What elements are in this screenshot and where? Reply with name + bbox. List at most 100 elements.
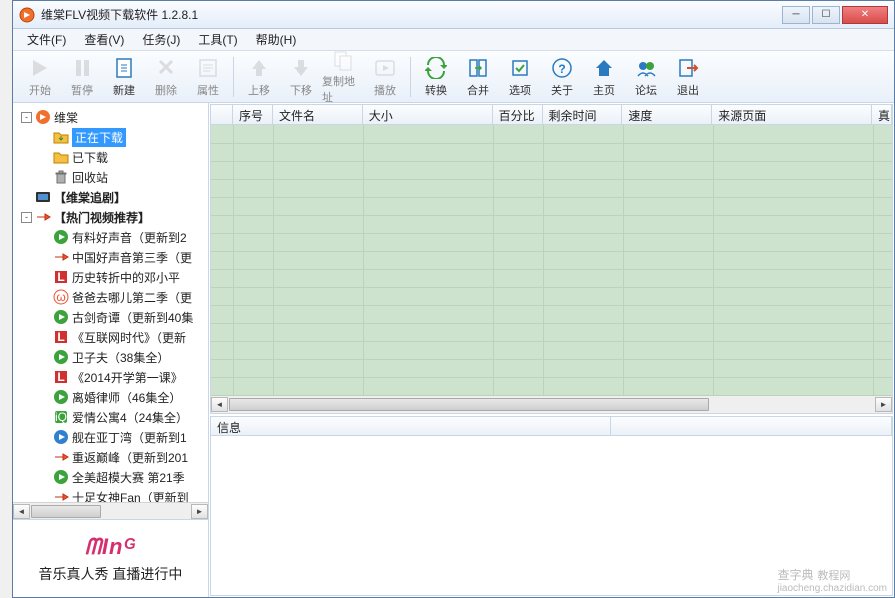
tree-label: 爸爸去哪儿第二季（更 xyxy=(72,289,192,306)
column-header[interactable]: 剩余时间 xyxy=(543,105,623,124)
scroll-right-button[interactable]: ► xyxy=(875,397,892,412)
main-panel: 序号文件名大小百分比剩余时间速度来源页面真 ◄ ► 信息 xyxy=(209,103,894,597)
toolbar-label: 下移 xyxy=(290,82,312,98)
scroll-track[interactable] xyxy=(228,397,875,412)
scroll-left-button[interactable]: ◄ xyxy=(211,397,228,412)
tree-item[interactable]: 卫子夫（38集全） xyxy=(13,347,208,367)
toolbar-options-button[interactable]: 选项 xyxy=(499,53,541,101)
scroll-track[interactable] xyxy=(30,504,191,519)
tree-item[interactable]: 重返巅峰（更新到201 xyxy=(13,447,208,467)
tree-item[interactable]: L 《2014开学第一课》 xyxy=(13,367,208,387)
play-b-icon xyxy=(53,429,69,445)
column-header[interactable]: 真 xyxy=(872,105,892,124)
tree-item[interactable]: 古剑奇谭（更新到40集 xyxy=(13,307,208,327)
toolbar-label: 上移 xyxy=(248,82,270,98)
toolbar-new-button[interactable]: 新建 xyxy=(103,53,145,101)
tree-item[interactable]: L历史转折中的邓小平 xyxy=(13,267,208,287)
column-header[interactable]: 大小 xyxy=(363,105,493,124)
red-l-icon: L xyxy=(53,329,69,345)
iqiyi-icon: iQ xyxy=(53,409,69,425)
tree-item[interactable]: ω爸爸去哪儿第二季（更 xyxy=(13,287,208,307)
tree-label: 已下载 xyxy=(72,149,108,166)
menu-item[interactable]: 文件(F) xyxy=(19,29,74,50)
toolbar-label: 复制地址 xyxy=(322,73,364,105)
menu-item[interactable]: 帮助(H) xyxy=(248,29,305,50)
sidebar: -维棠正在下载已下载回收站【维棠追剧】-【热门视频推荐】有料好声音（更新到2中国… xyxy=(13,103,209,597)
toolbar-exit-button[interactable]: 退出 xyxy=(667,53,709,101)
play-g-icon xyxy=(53,309,69,325)
toolbar-convert-button[interactable]: 转换 xyxy=(415,53,457,101)
column-header[interactable] xyxy=(211,105,233,124)
tree-toggle[interactable]: - xyxy=(21,212,32,223)
tree-item[interactable]: 回收站 xyxy=(13,167,208,187)
tree-hscrollbar[interactable]: ◄ ► xyxy=(13,502,208,519)
tree-item[interactable]: 十足女神Fan（更新到 xyxy=(13,487,208,502)
scroll-thumb[interactable] xyxy=(229,398,709,411)
tree-item[interactable]: 全美超模大赛 第21季 xyxy=(13,467,208,487)
scroll-thumb[interactable] xyxy=(31,505,101,518)
tree-item[interactable]: 已下载 xyxy=(13,147,208,167)
tree-item[interactable]: 正在下载 xyxy=(13,127,208,147)
delete-icon xyxy=(154,56,178,80)
tree-item[interactable]: 有料好声音（更新到2 xyxy=(13,227,208,247)
svg-text:L: L xyxy=(57,370,64,384)
tree-item[interactable]: -维棠 xyxy=(13,107,208,127)
new-icon xyxy=(112,56,136,80)
menu-item[interactable]: 工具(T) xyxy=(190,29,245,50)
tree-item[interactable]: 中国好声音第三季（更 xyxy=(13,247,208,267)
column-header[interactable]: 百分比 xyxy=(493,105,543,124)
column-header[interactable]: 速度 xyxy=(622,105,712,124)
minimize-button[interactable]: ─ xyxy=(782,6,810,24)
play-g-icon xyxy=(53,229,69,245)
tree-label: 历史转折中的邓小平 xyxy=(72,269,180,286)
grid-hscrollbar[interactable]: ◄ ► xyxy=(211,396,892,413)
menu-item[interactable]: 任务(J) xyxy=(134,29,188,50)
toolbar-label: 选项 xyxy=(509,82,531,98)
scroll-right-button[interactable]: ► xyxy=(191,504,208,519)
maximize-button[interactable]: ☐ xyxy=(812,6,840,24)
grid-header[interactable]: 序号文件名大小百分比剩余时间速度来源页面真 xyxy=(211,105,892,125)
menu-item[interactable]: 查看(V) xyxy=(76,29,132,50)
toolbar-label: 新建 xyxy=(113,82,135,98)
toolbar-home-button[interactable]: 主页 xyxy=(583,53,625,101)
tree-view[interactable]: -维棠正在下载已下载回收站【维棠追剧】-【热门视频推荐】有料好声音（更新到2中国… xyxy=(13,103,208,502)
tree-toggle[interactable]: - xyxy=(21,112,32,123)
up-icon xyxy=(247,56,271,80)
tree-item[interactable]: iQ爱情公寓4（24集全） xyxy=(13,407,208,427)
scroll-left-button[interactable]: ◄ xyxy=(13,504,30,519)
tree-item[interactable]: 舰在亚丁湾（更新到1 xyxy=(13,427,208,447)
toolbar-playmedia-button: 播放 xyxy=(364,53,406,101)
toolbar-about-button[interactable]: ?关于 xyxy=(541,53,583,101)
playmedia-icon xyxy=(373,56,397,80)
tree-item[interactable]: -【热门视频推荐】 xyxy=(13,207,208,227)
column-header[interactable]: 序号 xyxy=(233,105,273,124)
toolbar-down-button: 下移 xyxy=(280,53,322,101)
tree-label: 《2014开学第一课》 xyxy=(72,369,183,386)
toolbar-forum-button[interactable]: 论坛 xyxy=(625,53,667,101)
titlebar[interactable]: 维棠FLV视频下载软件 1.2.8.1 ─ ☐ ✕ xyxy=(13,1,894,29)
toolbar-label: 转换 xyxy=(425,82,447,98)
merge-icon xyxy=(466,56,490,80)
tree-item[interactable]: 离婚律师（46集全） xyxy=(13,387,208,407)
grid-body[interactable] xyxy=(211,125,892,396)
toolbar-label: 暂停 xyxy=(71,82,93,98)
close-button[interactable]: ✕ xyxy=(842,6,888,24)
tree-label: 重返巅峰（更新到201 xyxy=(72,449,188,466)
tree-label: 正在下载 xyxy=(72,128,126,147)
column-header[interactable]: 文件名 xyxy=(273,105,363,124)
toolbar-label: 论坛 xyxy=(635,82,657,98)
window-controls: ─ ☐ ✕ xyxy=(782,6,888,24)
tree-item[interactable]: L《互联网时代》（更新 xyxy=(13,327,208,347)
toolbar-merge-button[interactable]: 合并 xyxy=(457,53,499,101)
info-panel: 信息 xyxy=(210,416,893,596)
toolbar-label: 开始 xyxy=(29,82,51,98)
arrow-icon xyxy=(53,489,69,502)
svg-text:?: ? xyxy=(558,62,565,76)
toolbar: 开始暂停新建删除属性上移下移复制地址播放转换合并选项?关于主页论坛退出 xyxy=(13,51,894,103)
ad-panel[interactable]: ᗰInᴳ 音乐真人秀 直播进行中 xyxy=(13,519,208,597)
toolbar-label: 主页 xyxy=(593,82,615,98)
tree-item[interactable]: 【维棠追剧】 xyxy=(13,187,208,207)
column-header[interactable]: 来源页面 xyxy=(712,105,872,124)
tree-label: 《互联网时代》（更新 xyxy=(72,329,186,346)
toolbar-separator xyxy=(410,57,411,97)
